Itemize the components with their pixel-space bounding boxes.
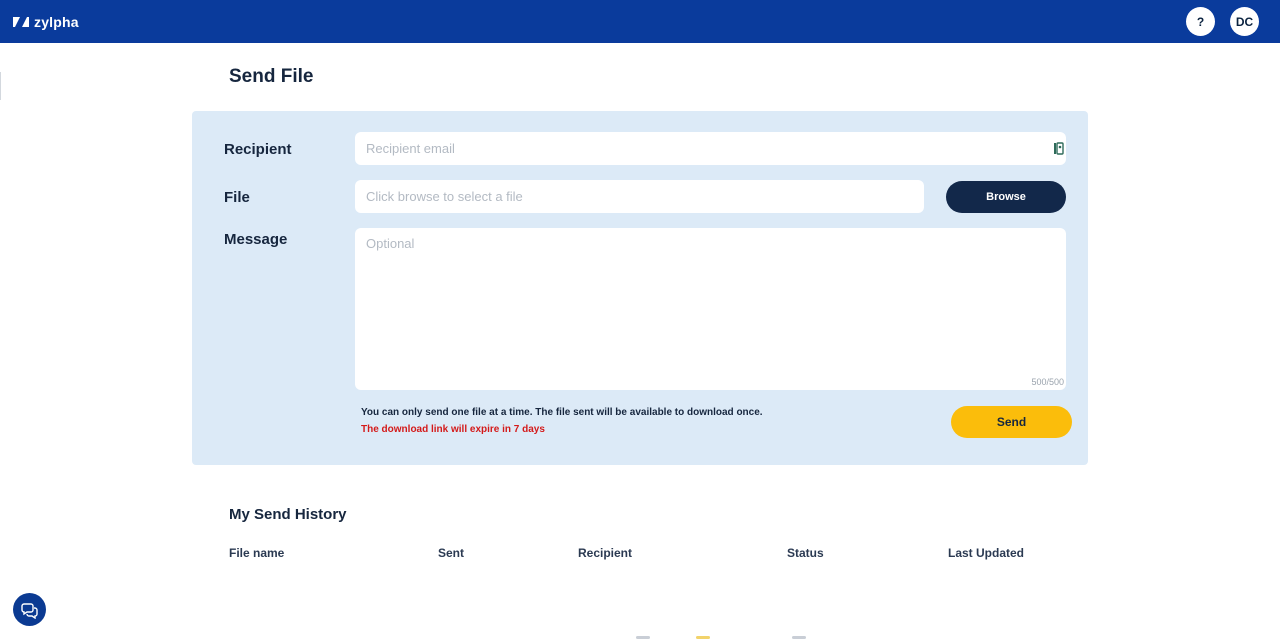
top-bar: zylpha ? DC [0,0,1280,43]
recipient-email-input[interactable] [355,132,1066,165]
sidebar-edge [0,72,1,100]
send-button[interactable]: Send [951,406,1072,438]
send-history-title: My Send History [229,506,347,523]
brand-logo[interactable]: zylpha [13,12,79,32]
contact-card-icon[interactable] [1054,142,1064,155]
logo-text: zylpha [34,14,79,30]
column-header-last-updated[interactable]: Last Updated [948,546,1024,560]
send-limit-note: You can only send one file at a time. Th… [361,407,763,418]
message-label: Message [224,231,288,248]
recipient-label: Recipient [224,141,292,158]
file-label: File [224,189,250,206]
message-textarea[interactable] [355,228,1066,390]
page-title: Send File [229,66,314,87]
column-header-sent[interactable]: Sent [438,546,464,560]
column-header-file-name[interactable]: File name [229,546,284,560]
file-path-input[interactable] [355,180,924,213]
link-expiry-warning: The download link will expire in 7 days [361,424,545,435]
chat-bubbles-icon [20,602,38,619]
browse-button[interactable]: Browse [946,181,1066,213]
chat-support-button[interactable] [13,593,46,626]
zylpha-logo-icon [13,17,29,27]
column-header-status[interactable]: Status [787,546,824,560]
character-counter: 500/500 [1031,377,1064,387]
column-header-recipient[interactable]: Recipient [578,546,632,560]
send-file-form: Recipient File Browse Message 500/500 Yo… [192,111,1088,465]
help-button[interactable]: ? [1186,7,1215,36]
user-avatar[interactable]: DC [1230,7,1259,36]
